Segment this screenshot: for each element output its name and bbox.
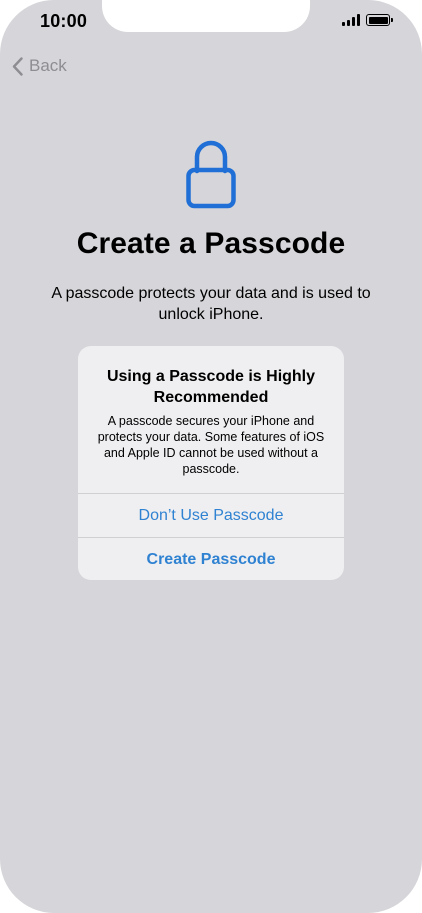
alert-message: A passcode secures your iPhone and prote… [97,414,325,476]
create-passcode-button[interactable]: Create Passcode [78,537,344,580]
back-button[interactable]: Back [12,56,67,76]
dont-use-passcode-button[interactable]: Don’t Use Passcode [78,493,344,537]
battery-icon [366,14,393,26]
page-subtitle: A passcode protects your data and is use… [51,285,371,323]
recommendation-alert: Using a Passcode is Highly Recommended A… [78,346,344,580]
page-title: Create a Passcode [76,227,346,260]
notch [102,0,310,32]
alert-title: Using a Passcode is Highly Recommended [106,368,316,406]
back-label: Back [29,56,67,75]
chevron-left-icon [12,56,23,76]
cellular-signal-icon [342,14,360,26]
lock-icon [186,140,236,209]
status-time: 10:00 [40,11,88,31]
phone-screen: 10:00 Back Create a Passcode A passcode … [0,0,422,913]
status-icons [342,14,393,26]
